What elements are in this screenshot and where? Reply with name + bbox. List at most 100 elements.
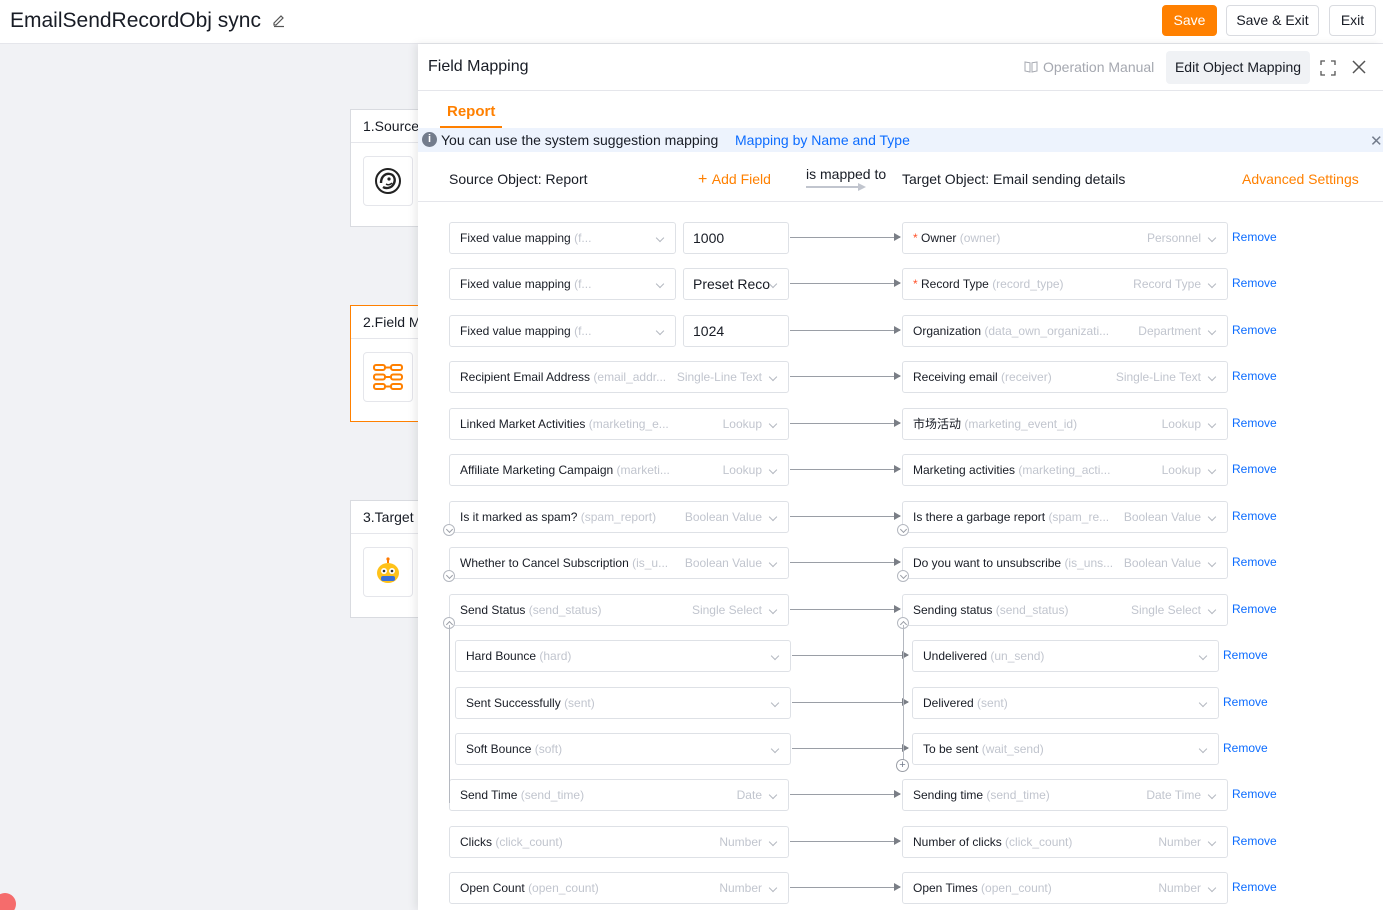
remove-button[interactable]: Remove: [1232, 276, 1277, 290]
source-field-api: (click_count): [495, 835, 563, 849]
field-mapping-row: Clicks (click_count) Number Number of clic…: [418, 826, 1383, 858]
fixed-value-input[interactable]: 1024: [683, 315, 789, 347]
source-field-select[interactable]: Sent Successfully (sent): [455, 687, 791, 719]
remove-button[interactable]: Remove: [1232, 880, 1277, 894]
target-field-select[interactable]: 市场活动 (marketing_event_id) Lookup: [902, 408, 1228, 440]
mapping-arrow: [790, 558, 901, 566]
target-field-name: Owner: [921, 231, 957, 245]
target-field-select[interactable]: Receiving email (receiver) Single-Line Te…: [902, 361, 1228, 393]
expand-toggle-icon[interactable]: [897, 570, 909, 582]
floating-help-dot[interactable]: [0, 893, 16, 910]
save-and-exit-button[interactable]: Save & Exit: [1226, 5, 1319, 36]
expand-toggle-icon[interactable]: [897, 524, 909, 536]
chevron-down-icon: [1207, 790, 1217, 800]
source-field-select[interactable]: Affiliate Marketing Campaign (marketi...…: [449, 454, 789, 486]
fullscreen-icon[interactable]: [1320, 60, 1336, 76]
target-field-type: Personnel: [1140, 223, 1201, 253]
remove-button[interactable]: Remove: [1223, 648, 1268, 662]
target-field-select[interactable]: Undelivered (un_send): [912, 640, 1219, 672]
expand-toggle-icon[interactable]: [443, 524, 455, 536]
target-field-api: (marketing_event_id): [964, 417, 1078, 431]
target-field-select[interactable]: To be sent (wait_send): [912, 733, 1219, 765]
fixed-value-select[interactable]: Preset Reco: [683, 268, 789, 300]
fixed-value-input[interactable]: 1000: [683, 222, 789, 254]
source-field-select[interactable]: Linked Market Activities (marketing_e...…: [449, 408, 789, 440]
source-field-select[interactable]: Open Count (open_count) Number: [449, 872, 789, 904]
close-icon[interactable]: [1350, 58, 1368, 76]
suggestion-notice: i You can use the system suggestion mapp…: [418, 128, 1383, 152]
source-field-name: Clicks: [460, 835, 492, 849]
remove-button[interactable]: Remove: [1232, 787, 1277, 801]
expand-toggle-icon[interactable]: [443, 570, 455, 582]
notice-close-icon[interactable]: ✕: [1370, 132, 1383, 150]
add-field-button[interactable]: + Add Field: [698, 171, 771, 189]
source-field-select[interactable]: Send Time (send_time) Date: [449, 779, 789, 811]
source-field-select[interactable]: Recipient Email Address (email_addr... Si…: [449, 361, 789, 393]
edit-object-mapping-button[interactable]: Edit Object Mapping: [1166, 51, 1310, 84]
chevron-down-icon: [768, 605, 778, 615]
remove-button[interactable]: Remove: [1232, 602, 1277, 616]
remove-button[interactable]: Remove: [1223, 741, 1268, 755]
required-marker: *: [913, 277, 922, 291]
target-field-select[interactable]: Marketing activities (marketing_acti... L…: [902, 454, 1228, 486]
edit-pencil-icon[interactable]: [271, 12, 287, 28]
target-field-select[interactable]: Sending status (send_status) Single Selec…: [902, 594, 1228, 626]
remove-button[interactable]: Remove: [1232, 230, 1277, 244]
mailchimp-logo-icon: [363, 156, 413, 206]
save-button[interactable]: Save: [1162, 5, 1217, 36]
target-field-select[interactable]: * Record Type (record_type) Record Type: [902, 268, 1228, 300]
source-field-select[interactable]: Clicks (click_count) Number: [449, 826, 789, 858]
chevron-down-icon: [1207, 558, 1217, 568]
chevron-down-icon: [1207, 233, 1217, 243]
chevron-down-icon: [1207, 326, 1217, 336]
target-field-select[interactable]: Is there a garbage report (spam_re... Boo…: [902, 501, 1228, 533]
source-field-select[interactable]: Hard Bounce (hard): [455, 640, 791, 672]
chevron-down-icon: [1207, 419, 1217, 429]
tree-line-right: [903, 625, 904, 763]
step-field-mapping[interactable]: 2.Field M: [350, 305, 422, 422]
target-field-select[interactable]: * Owner (owner) Personnel: [902, 222, 1228, 254]
target-field-select[interactable]: Number of clicks (click_count) Number: [902, 826, 1228, 858]
source-field-select[interactable]: Fixed value mapping (f...: [449, 268, 676, 300]
source-field-select[interactable]: Whether to Cancel Subscription (is_u... B…: [449, 547, 789, 579]
advanced-settings-link[interactable]: Advanced Settings: [1242, 171, 1359, 187]
field-mapping-row: Whether to Cancel Subscription (is_u... B…: [418, 547, 1383, 582]
remove-button[interactable]: Remove: [1232, 834, 1277, 848]
step-target[interactable]: 3.Target: [350, 500, 422, 618]
mapping-arrow: [790, 883, 901, 891]
target-field-select[interactable]: Do you want to unsubscribe (is_uns... Boo…: [902, 547, 1228, 579]
remove-button[interactable]: Remove: [1232, 416, 1277, 430]
remove-button[interactable]: Remove: [1232, 323, 1277, 337]
remove-button[interactable]: Remove: [1232, 462, 1277, 476]
chevron-down-icon: [655, 326, 665, 336]
target-field-type: Lookup: [1155, 409, 1201, 439]
source-field-select[interactable]: Send Status (send_status) Single Select: [449, 594, 789, 626]
remove-button[interactable]: Remove: [1232, 369, 1277, 383]
target-field-select[interactable]: Delivered (sent): [912, 687, 1219, 719]
remove-button[interactable]: Remove: [1232, 509, 1277, 523]
source-field-select[interactable]: Fixed value mapping (f...: [449, 315, 676, 347]
chevron-down-icon: [1207, 605, 1217, 615]
target-field-select[interactable]: Open Times (open_count) Number: [902, 872, 1228, 904]
is-mapped-to-label: is mapped to: [806, 166, 887, 182]
exit-button[interactable]: Exit: [1329, 5, 1376, 36]
mapping-arrow: [790, 326, 901, 334]
target-field-select[interactable]: Sending time (send_time) Date Time: [902, 779, 1228, 811]
source-field-api: (is_u...: [632, 556, 669, 570]
add-option-plus-icon[interactable]: +: [896, 759, 909, 772]
operation-manual-link[interactable]: Operation Manual: [1024, 59, 1154, 75]
source-field-select[interactable]: Soft Bounce (soft): [455, 733, 791, 765]
source-field-api: (f...: [574, 277, 592, 291]
mapping-arrow: [790, 837, 901, 845]
mapping-by-name-and-type-link[interactable]: Mapping by Name and Type: [735, 132, 910, 148]
remove-button[interactable]: Remove: [1223, 695, 1268, 709]
source-field-type: Number: [713, 827, 762, 857]
field-mapping-row: Recipient Email Address (email_addr... Si…: [418, 361, 1383, 393]
target-field-select[interactable]: Organization (data_own_organizati... Depa…: [902, 315, 1228, 347]
source-field-select[interactable]: Fixed value mapping (f...: [449, 222, 676, 254]
source-field-select[interactable]: Is it marked as spam? (spam_report) Boole…: [449, 501, 789, 533]
book-icon: [1024, 61, 1038, 73]
tab-report[interactable]: Report: [440, 101, 503, 128]
remove-button[interactable]: Remove: [1232, 555, 1277, 569]
step-source[interactable]: 1.Source: [350, 109, 422, 227]
